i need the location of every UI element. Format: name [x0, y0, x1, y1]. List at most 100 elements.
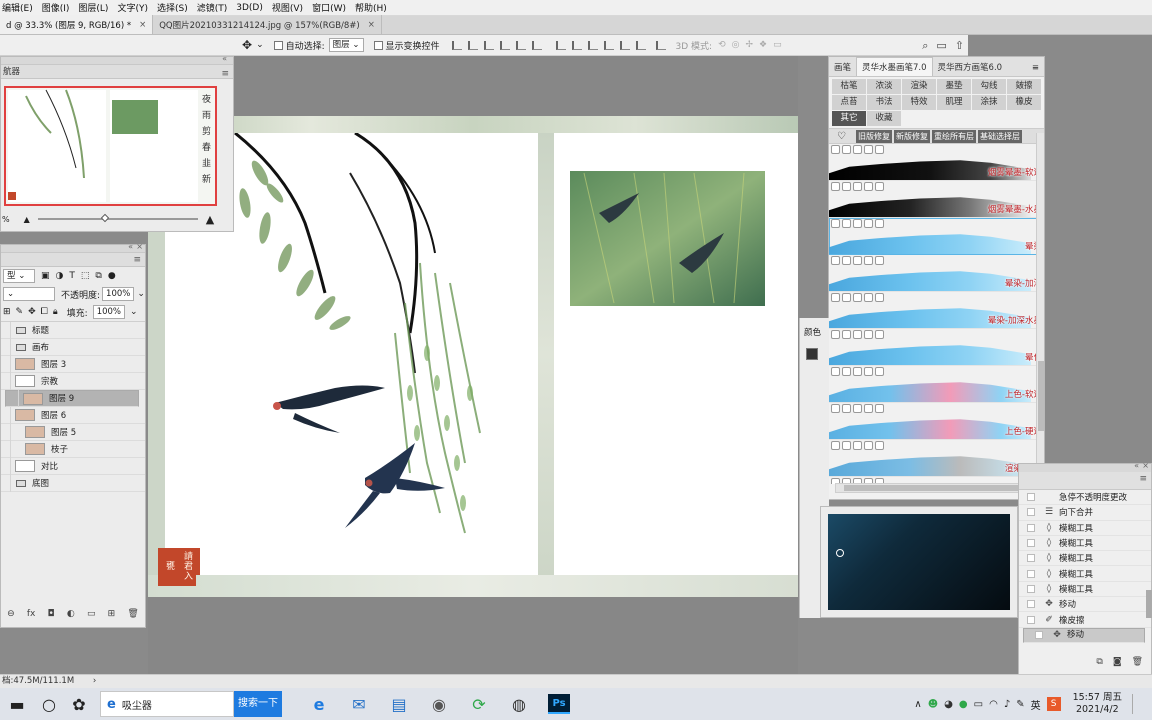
brush-category[interactable]: 特效 — [902, 95, 936, 110]
menu-item[interactable]: 窗口(W) — [312, 1, 346, 14]
duplicate-icon[interactable] — [842, 367, 851, 376]
favorite-icon[interactable] — [831, 404, 840, 413]
history-source-checkbox[interactable] — [1027, 493, 1035, 502]
auto-select-dropdown[interactable]: 图层 ⌄ — [328, 38, 364, 52]
search-button[interactable]: 搜索一下 — [234, 691, 282, 717]
taskbar-search[interactable]: e 吸尘器 — [100, 691, 234, 717]
chevron-up-icon[interactable]: ∧ — [914, 699, 921, 710]
reset-icon[interactable] — [853, 404, 862, 413]
distribute-vcenter-icon[interactable] — [571, 40, 582, 50]
visibility-toggle[interactable] — [1, 321, 11, 339]
menu-icon[interactable]: ≡ — [221, 67, 229, 81]
layer-row[interactable]: 标题 — [1, 321, 145, 339]
brush-category[interactable]: 点苔 — [832, 95, 866, 110]
snapshot-icon[interactable]: ◙ — [1113, 657, 1122, 667]
duplicate-icon[interactable] — [842, 219, 851, 228]
reset-icon[interactable] — [853, 367, 862, 376]
brush-category[interactable]: 书法 — [867, 95, 901, 110]
brush-preset[interactable]: 烟雾晕墨-水墨 — [829, 181, 1044, 218]
mask-icon[interactable]: ◘ — [48, 609, 55, 619]
lock-move-icon[interactable]: ✥ — [28, 307, 36, 317]
chevron-down-icon[interactable]: ⌄ — [137, 289, 145, 299]
panel-grip[interactable]: « × — [1, 242, 145, 253]
folder-icon[interactable] — [16, 326, 26, 334]
reset-icon[interactable] — [853, 256, 862, 265]
color-picker-cursor[interactable] — [836, 549, 844, 557]
distribute-bottom-icon[interactable] — [587, 40, 598, 50]
history-step[interactable]: ◊ 模糊工具 — [1019, 551, 1151, 567]
doc-tab[interactable]: QQ图片20210331214124.jpg @ 157%(RGB/8#) × — [153, 15, 382, 34]
duplicate-icon[interactable] — [842, 330, 851, 339]
history-source-checkbox[interactable] — [1027, 569, 1035, 578]
panel-grip[interactable]: « — [1, 54, 233, 65]
close-icon[interactable]: × — [368, 20, 375, 30]
brush-hscrollbar[interactable] — [835, 483, 1031, 493]
reset-icon[interactable] — [853, 293, 862, 302]
chevron-down-icon[interactable]: ⌄ — [130, 307, 138, 317]
store-icon[interactable]: ▤ — [384, 689, 414, 719]
visibility-toggle[interactable] — [1, 474, 11, 492]
zoom-in-icon[interactable]: ▲ — [206, 213, 214, 226]
brush-category[interactable]: 橡皮 — [1007, 95, 1041, 110]
favorite-icon[interactable] — [831, 219, 840, 228]
visibility-toggle[interactable] — [1, 406, 11, 424]
reset-icon[interactable] — [853, 330, 862, 339]
tool-icon[interactable] — [875, 367, 884, 376]
search-icon[interactable]: ⌕ — [922, 39, 928, 53]
align-top-icon[interactable] — [451, 40, 462, 50]
layer-row[interactable]: 图层 9 — [5, 390, 139, 407]
edge-icon[interactable]: e — [304, 689, 334, 719]
ime-label[interactable]: 英 — [1031, 697, 1041, 712]
distribute-hcenter-icon[interactable] — [619, 40, 630, 50]
brush-category[interactable]: 墨垫 — [937, 79, 971, 94]
menu-icon[interactable]: ≡ — [1027, 60, 1044, 76]
chevron-down-icon[interactable]: ⌄ — [256, 40, 264, 50]
mail-icon[interactable]: ✉ — [344, 689, 374, 719]
menu-item[interactable]: 文字(Y) — [117, 1, 148, 14]
edit-icon[interactable] — [864, 145, 873, 154]
filter-shape-icon[interactable]: ⬚ — [81, 271, 90, 281]
history-step[interactable]: ✐ 橡皮擦 — [1019, 612, 1151, 628]
3d-rotate-icon[interactable]: ⟲ — [718, 40, 726, 50]
brush-preset[interactable]: 晕染-加深水墨 — [829, 292, 1044, 329]
brush-preset[interactable]: 烟雾晕墨-软边 — [829, 144, 1044, 181]
lock-artboard-icon[interactable]: ⧠ — [41, 307, 48, 317]
filter-pixel-icon[interactable]: ▣ — [41, 271, 50, 281]
visibility-toggle[interactable] — [1, 423, 11, 441]
history-step[interactable]: ◊ 模糊工具 — [1019, 582, 1151, 598]
brush-category[interactable]: 收藏 — [867, 111, 901, 126]
move-tool-icon[interactable]: ✥ — [242, 38, 252, 52]
history-step[interactable]: ✥ 移动 — [1023, 627, 1145, 643]
close-icon[interactable]: × — [1142, 461, 1149, 470]
heart-icon[interactable]: ♡ — [837, 131, 846, 142]
align-bottom-icon[interactable] — [483, 40, 494, 50]
panel-grip[interactable]: « × — [1019, 461, 1151, 472]
edit-icon[interactable] — [864, 404, 873, 413]
visibility-toggle[interactable] — [1, 338, 11, 356]
reset-icon[interactable] — [853, 219, 862, 228]
brush-category[interactable]: 浓淡 — [867, 79, 901, 94]
brush-action-button[interactable]: 基础选择层 — [977, 129, 1022, 143]
menu-icon[interactable]: ≡ — [133, 255, 141, 265]
ink-icon[interactable]: ✎ — [1016, 699, 1024, 710]
close-icon[interactable]: × — [139, 20, 146, 30]
brush-preset[interactable]: 上色-软边 — [829, 366, 1044, 403]
edit-icon[interactable] — [864, 256, 873, 265]
fx-icon[interactable]: fx — [27, 609, 36, 619]
visibility-toggle[interactable] — [1, 457, 11, 475]
menu-item[interactable]: 编辑(E) — [2, 1, 33, 14]
filter-type-icon[interactable]: T — [69, 271, 75, 281]
share-icon[interactable]: ⇧ — [955, 39, 964, 52]
tool-icon[interactable] — [875, 293, 884, 302]
tool-icon[interactable] — [875, 182, 884, 191]
brush-action-button[interactable]: 旧版修复 — [855, 129, 892, 143]
history-step[interactable]: ✥ 移动 — [1019, 597, 1151, 613]
duplicate-icon[interactable] — [842, 293, 851, 302]
menu-item[interactable]: 帮助(H) — [355, 1, 387, 14]
network-icon[interactable]: ◠ — [989, 699, 998, 710]
3d-scale-icon[interactable]: ▭ — [773, 40, 782, 50]
filter-smart-icon[interactable]: ⧉ — [95, 271, 101, 281]
menu-item[interactable]: 视图(V) — [272, 1, 303, 14]
distribute-top-icon[interactable] — [555, 40, 566, 50]
history-step[interactable]: 急停不透明度更改 — [1019, 490, 1151, 506]
